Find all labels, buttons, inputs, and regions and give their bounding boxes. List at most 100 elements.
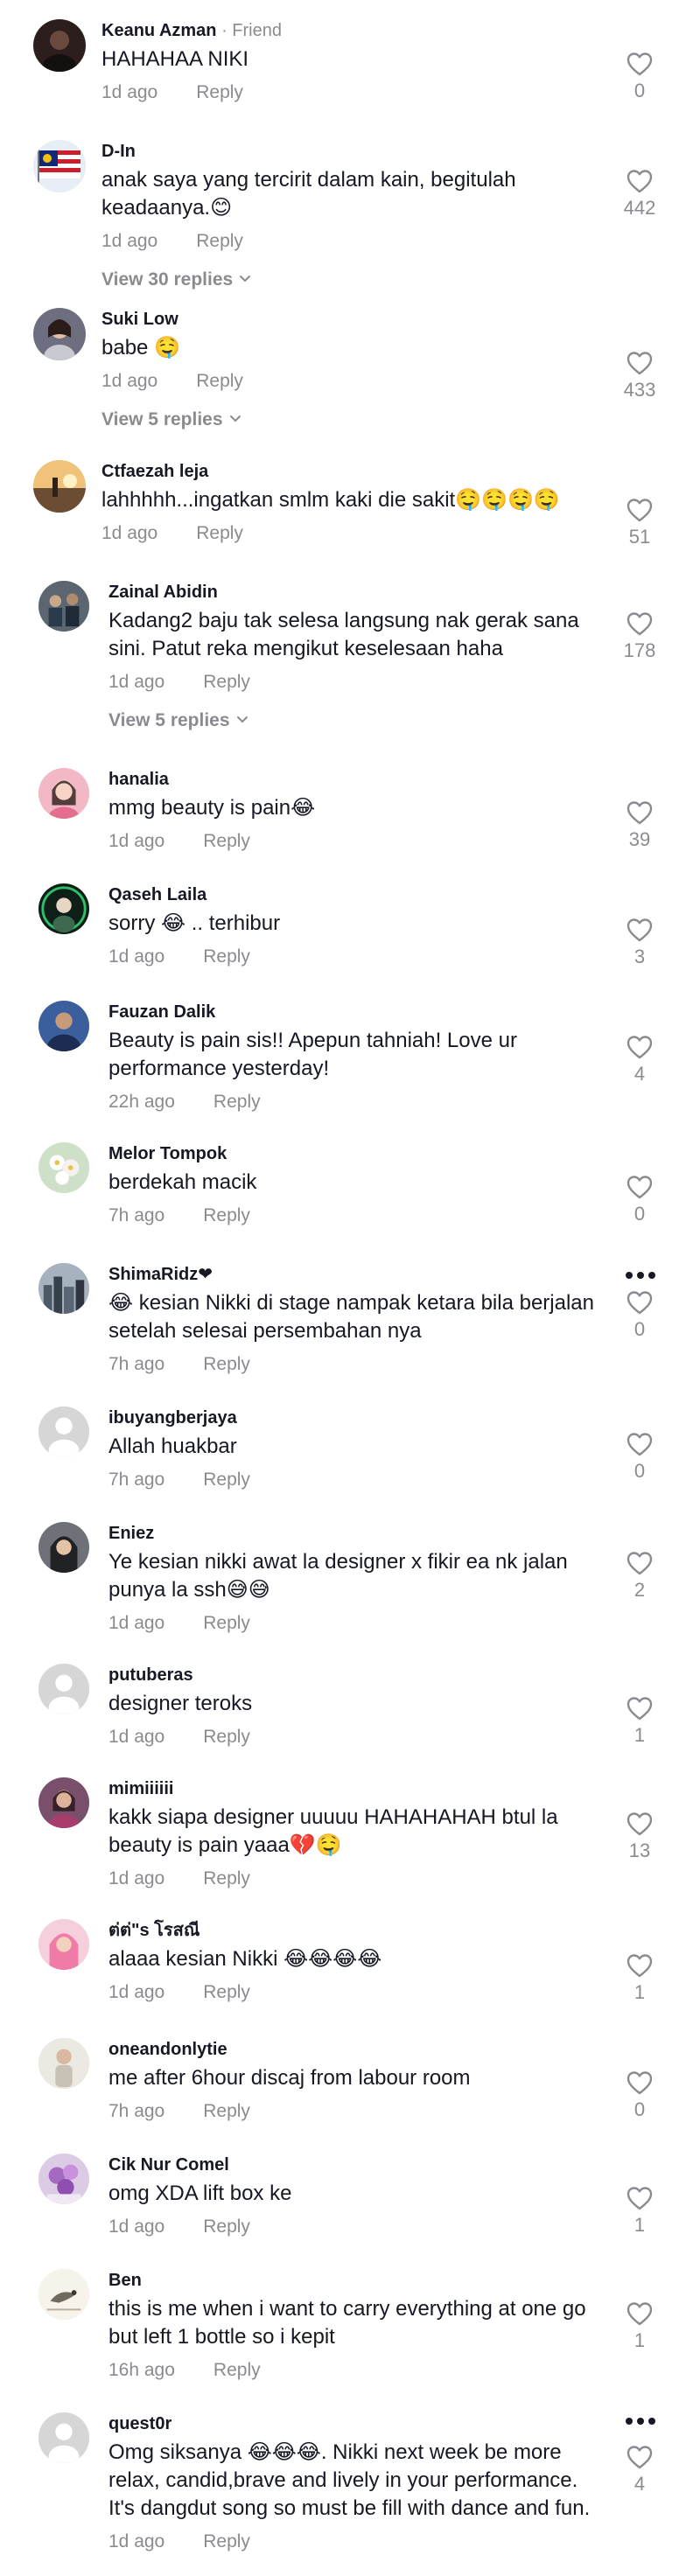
more-horizontal-icon[interactable] (625, 2414, 656, 2425)
view-replies-button[interactable]: View 30 replies (102, 268, 592, 292)
comment-username[interactable]: putuberas (108, 1664, 598, 1686)
comment-timestamp: 1d ago (108, 2216, 165, 2237)
heart-outline-icon[interactable] (626, 1550, 654, 1576)
comment-username[interactable]: Qaseh Laila (108, 883, 598, 906)
comment-username[interactable]: ShimaRidz❤ (108, 1263, 598, 1286)
avatar[interactable] (38, 1142, 89, 1193)
avatar[interactable] (38, 883, 89, 934)
comment-username[interactable]: Cik Nur Comel (108, 2154, 598, 2176)
comment-username[interactable]: ibuyangberjaya (108, 1407, 598, 1429)
heart-outline-icon[interactable] (626, 1952, 654, 1979)
like-count: 1 (634, 1724, 646, 1746)
comment-username[interactable]: hanalia (108, 768, 598, 791)
comment-username[interactable]: oneandonlytie (108, 2038, 598, 2061)
reply-button[interactable]: Reply (203, 1868, 250, 1888)
avatar[interactable] (38, 581, 89, 632)
comment-timestamp: 1d ago (102, 82, 158, 102)
heart-outline-icon[interactable] (626, 1431, 654, 1457)
heart-outline-icon[interactable] (626, 51, 654, 77)
comment-timestamp: 7h ago (108, 1354, 165, 1374)
comment-username[interactable]: Melor Tompok (108, 1142, 598, 1165)
avatar[interactable] (33, 460, 86, 513)
reply-button[interactable]: Reply (214, 1092, 261, 1112)
avatar-green-ring (38, 883, 89, 934)
comment-username[interactable]: Ctfaezah leja (102, 460, 592, 483)
heart-outline-icon[interactable] (626, 1034, 654, 1060)
comment-username[interactable]: Ben (108, 2269, 598, 2292)
comment-body: ต่ต่"s โรสณี alaaa kesian Nikki 😂😂😂😂 1d ag… (108, 1919, 598, 2005)
avatar[interactable] (33, 308, 86, 360)
heart-outline-icon[interactable] (626, 1289, 654, 1316)
reply-button[interactable]: Reply (203, 2101, 250, 2121)
comment-username[interactable]: Fauzan Dalik (108, 1001, 598, 1023)
comment-username[interactable]: Suki Low (102, 308, 592, 331)
comment-username[interactable]: mimiiiiii (108, 1777, 598, 1800)
like-column: 178 (612, 611, 667, 663)
avatar[interactable] (38, 1777, 89, 1828)
avatar[interactable] (38, 1001, 89, 1051)
avatar-default (38, 1664, 89, 1714)
avatar[interactable] (38, 2038, 89, 2089)
comment-username[interactable]: Zainal Abidin (108, 581, 598, 604)
avatar[interactable] (38, 1407, 89, 1457)
avatar[interactable] (38, 1522, 89, 1573)
heart-outline-icon[interactable] (626, 2444, 654, 2470)
comment-username[interactable]: Keanu Azman · Friend (102, 19, 592, 42)
reply-button[interactable]: Reply (196, 523, 243, 543)
reply-button[interactable]: Reply (203, 672, 250, 692)
heart-outline-icon[interactable] (626, 350, 654, 376)
comment-username[interactable]: ต่ต่"s โรสณี (108, 1919, 598, 1942)
reply-button[interactable]: Reply (203, 1727, 250, 1747)
comment-body: oneandonlytie me after 6hour discaj from … (108, 2038, 598, 2124)
comment-username[interactable]: quest0r (108, 2412, 598, 2435)
avatar[interactable] (38, 2269, 89, 2320)
heart-outline-icon[interactable] (626, 917, 654, 943)
reply-button[interactable]: Reply (203, 946, 250, 967)
username-text: Qaseh Laila (108, 885, 207, 904)
heart-outline-icon[interactable] (626, 2300, 654, 2327)
reply-button[interactable]: Reply (196, 82, 243, 102)
heart-outline-icon[interactable] (626, 168, 654, 194)
avatar[interactable] (33, 19, 86, 72)
more-horizontal-icon[interactable] (625, 1268, 656, 1279)
like-column: 13 (612, 1811, 667, 1863)
avatar[interactable] (38, 1919, 89, 1970)
avatar[interactable] (38, 2154, 89, 2204)
comment-body: Ctfaezah leja lahhhhh...ingatkan smlm kak… (102, 460, 592, 546)
comment-text: berdekah macik (108, 1170, 257, 1194)
reply-button[interactable]: Reply (214, 2360, 261, 2380)
heart-outline-icon[interactable] (626, 611, 654, 637)
avatar-blue-portrait (38, 1001, 89, 1051)
avatar-light-portrait (38, 2038, 89, 2089)
avatar[interactable] (38, 2412, 89, 2463)
heart-outline-icon[interactable] (626, 497, 654, 523)
reply-button[interactable]: Reply (196, 231, 243, 251)
reply-button[interactable]: Reply (196, 371, 243, 391)
reply-button[interactable]: Reply (203, 1470, 250, 1490)
reply-button[interactable]: Reply (203, 1982, 250, 2002)
heart-outline-icon[interactable] (626, 1811, 654, 1837)
comment-username[interactable]: D-In (102, 140, 592, 163)
view-replies-button[interactable]: View 5 replies (108, 709, 598, 733)
view-replies-button[interactable]: View 5 replies (102, 408, 592, 432)
comment-meta: 7h ago Reply (108, 1204, 598, 1228)
heart-outline-icon[interactable] (626, 1174, 654, 1200)
heart-outline-icon[interactable] (626, 1695, 654, 1721)
avatar[interactable] (38, 1263, 89, 1314)
comment-body: putuberas designer teroks 1d ago Reply (108, 1664, 598, 1749)
reply-button[interactable]: Reply (203, 2531, 250, 2552)
heart-outline-icon[interactable] (626, 799, 654, 826)
reply-button[interactable]: Reply (203, 1613, 250, 1633)
avatar[interactable] (38, 768, 89, 819)
avatar[interactable] (33, 140, 86, 192)
reply-button[interactable]: Reply (203, 1205, 250, 1225)
avatar-bird-sketch (38, 2269, 89, 2320)
reply-button[interactable]: Reply (203, 1354, 250, 1374)
heart-outline-icon[interactable] (626, 2070, 654, 2096)
reply-button[interactable]: Reply (203, 831, 250, 851)
comment-body: Ben this is me when i want to carry every… (108, 2269, 598, 2383)
avatar[interactable] (38, 1664, 89, 1714)
comment-username[interactable]: Eniez (108, 1522, 598, 1545)
heart-outline-icon[interactable] (626, 2185, 654, 2211)
reply-button[interactable]: Reply (203, 2216, 250, 2237)
